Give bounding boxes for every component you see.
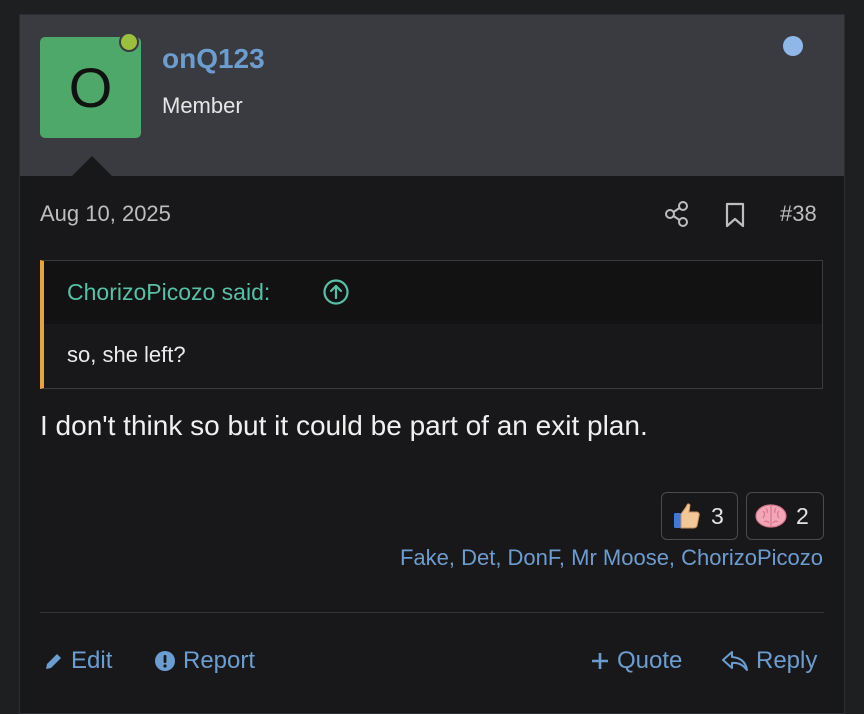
post-number[interactable]: #38 [780, 201, 817, 227]
online-status-icon [119, 32, 139, 52]
reaction-brain[interactable]: 2 [746, 492, 824, 540]
quote-label: Quote [617, 647, 683, 674]
quote-button[interactable]: Quote [590, 647, 682, 675]
quote-author[interactable]: ChorizoPicozo said: [67, 279, 270, 306]
share-icon[interactable] [664, 200, 690, 228]
user-header: O onQ123 Member [20, 15, 844, 176]
reaction-thumbs-up[interactable]: 3 [661, 492, 738, 540]
thumbs-up-icon [674, 503, 700, 529]
reaction-count: 3 [711, 502, 724, 529]
username[interactable]: onQ123 [162, 43, 265, 75]
edit-label: Edit [71, 647, 113, 674]
avatar-letter: O [68, 56, 113, 119]
reply-icon [722, 651, 748, 671]
report-button[interactable]: Report [154, 647, 255, 675]
user-title: Member [162, 93, 243, 118]
unread-indicator-icon[interactable] [783, 36, 803, 56]
reaction-count: 2 [796, 502, 809, 529]
quote-text: so, she left? [67, 342, 186, 367]
pencil-icon [46, 654, 61, 669]
plus-icon [592, 653, 608, 669]
reply-button[interactable]: Reply [721, 647, 817, 675]
quote-body: so, she left? [44, 324, 822, 388]
divider [40, 612, 824, 613]
brain-icon [755, 504, 787, 528]
edit-button[interactable]: Edit [44, 647, 112, 675]
post: O onQ123 Member Aug 10, 2025 #38 Chorizo… [19, 14, 845, 714]
post-date[interactable]: Aug 10, 2025 [40, 201, 171, 227]
report-label: Report [183, 647, 256, 674]
arrow-up-circle-icon[interactable] [322, 278, 350, 306]
quote-block: ChorizoPicozo said: so, she left? [40, 260, 823, 389]
bookmark-icon[interactable] [723, 201, 747, 229]
avatar[interactable]: O [40, 37, 141, 138]
quote-header: ChorizoPicozo said: [44, 261, 822, 324]
alert-icon [155, 651, 175, 671]
header-pointer [72, 156, 112, 176]
post-message: I don't think so but it could be part of… [40, 410, 648, 441]
reactors-list[interactable]: Fake, Det, DonF, Mr Moose, ChorizoPicozo [400, 545, 823, 571]
reply-label: Reply [756, 647, 818, 674]
